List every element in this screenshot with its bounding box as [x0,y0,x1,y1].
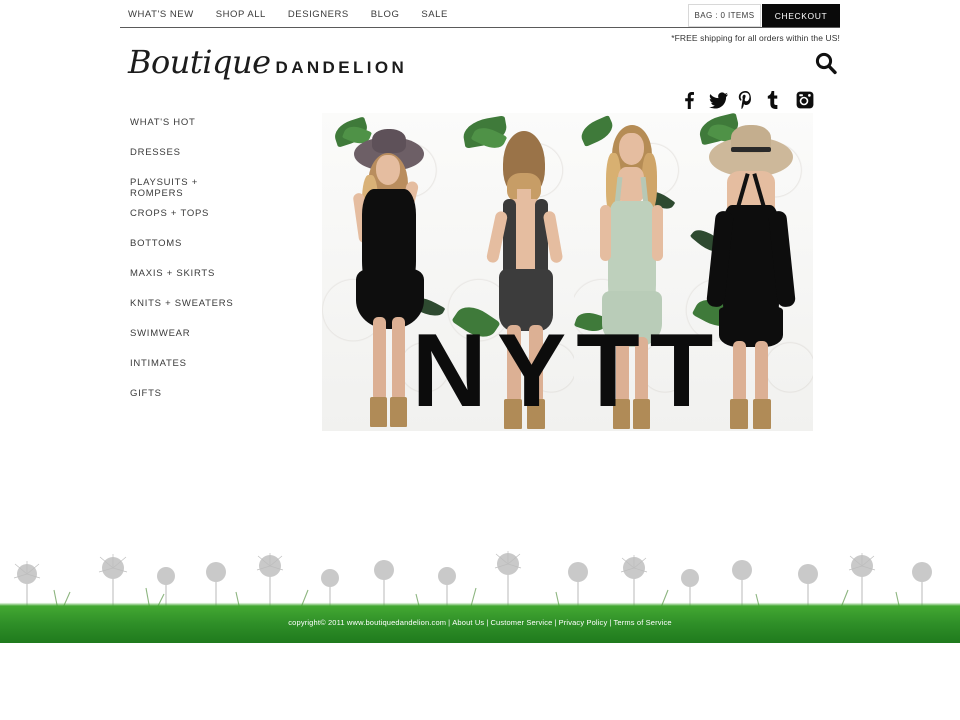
shoe [504,399,522,429]
leg [392,317,405,401]
logo-brand-word: DANDELION [275,58,408,77]
category-sidebar: WHAT'S HOT DRESSES PLAYSUITS + ROMPERS C… [130,117,305,418]
footer-links: copyright© 2011 www.boutiquedandelion.co… [0,618,960,627]
instagram-icon[interactable] [796,91,814,109]
hero-banner[interactable]: NYTT [322,113,813,431]
bag-button[interactable]: BAG : 0 ITEMS [688,4,761,27]
leg [616,337,629,403]
dress-hem [719,307,783,347]
checkout-button-label: CHECKOUT [774,10,828,21]
top-bar: WHAT'S NEW SHOP ALL DESIGNERS BLOG SALE … [0,0,960,28]
twitter-icon[interactable] [709,91,728,109]
footer-link-about-us[interactable]: About Us [452,618,484,627]
tumblr-icon[interactable] [767,91,785,109]
banner-panel-2[interactable] [447,113,574,431]
sidebar-item-intimates[interactable]: INTIMATES [130,358,305,369]
leg [373,317,386,401]
sidebar-item-playsuits-rompers[interactable]: PLAYSUITS + ROMPERS [130,177,305,199]
sidebar-item-whats-hot[interactable]: WHAT'S HOT [130,117,305,128]
nav-item-whats-new[interactable]: WHAT'S NEW [128,9,194,20]
dress-hem [356,269,424,329]
face [376,155,400,185]
slip-dress-hem [602,291,662,347]
footer-link-terms-of-service[interactable]: Terms of Service [613,618,671,627]
romper-strap [503,199,516,275]
site-logo[interactable]: Boutique DANDELION [128,46,407,78]
social-links [680,91,814,110]
leg [755,341,768,403]
face [619,133,644,165]
site-footer: copyright© 2011 www.boutiquedandelion.co… [0,548,960,643]
nav-item-sale[interactable]: SALE [421,9,448,20]
hat-crown [372,129,406,153]
footer-copyright: copyright© 2011 www.boutiquedandelion.co… [288,618,447,627]
model-figure [477,119,567,431]
sidebar-item-gifts[interactable]: GIFTS [130,388,305,399]
sidebar-item-dresses[interactable]: DRESSES [130,147,305,158]
facebook-icon[interactable] [680,91,698,109]
arm [600,205,611,261]
sidebar-item-swimwear[interactable]: SWIMWEAR [130,328,305,339]
free-shipping-note: *FREE shipping for all orders within the… [671,33,840,43]
leg [635,337,648,403]
shoe [633,399,650,429]
banner-panel-4[interactable] [685,113,813,431]
arm [652,205,663,261]
model-figure [701,119,801,431]
sidebar-item-maxis-skirts[interactable]: MAXIS + SKIRTS [130,268,305,279]
nav-item-shop-all[interactable]: SHOP ALL [216,9,266,20]
checkout-button[interactable]: CHECKOUT [762,4,840,27]
search-icon[interactable] [812,50,840,78]
model-figure [588,119,674,431]
shoe [753,399,771,429]
banner-panel-1[interactable] [322,113,447,431]
footer-link-privacy-policy[interactable]: Privacy Policy [559,618,608,627]
shoe [370,397,387,427]
nav-item-designers[interactable]: DESIGNERS [288,9,349,20]
romper-shorts [499,269,553,331]
neck-chest [618,167,644,203]
sidebar-item-bottoms[interactable]: BOTTOMS [130,238,305,249]
bag-button-label: BAG : 0 ITEMS [694,11,755,20]
pinterest-icon[interactable] [738,91,756,110]
shoe [730,399,748,429]
shoe [613,399,630,429]
footer-link-customer-service[interactable]: Customer Service [490,618,552,627]
logo-script-word: Boutique [128,43,271,81]
sidebar-item-crops-tops[interactable]: CROPS + TOPS [130,208,305,219]
model-figure [340,119,436,431]
header-divider [120,27,840,28]
leg [507,325,521,403]
leg [529,325,543,403]
primary-nav: WHAT'S NEW SHOP ALL DESIGNERS BLOG SALE [128,9,448,20]
sidebar-item-knits-sweaters[interactable]: KNITS + SWEATERS [130,298,305,309]
banner-panel-3[interactable] [574,113,685,431]
leg [733,341,746,403]
shoe [390,397,407,427]
shoe [527,399,545,429]
hat-band [731,147,771,152]
nav-item-blog[interactable]: BLOG [371,9,400,20]
